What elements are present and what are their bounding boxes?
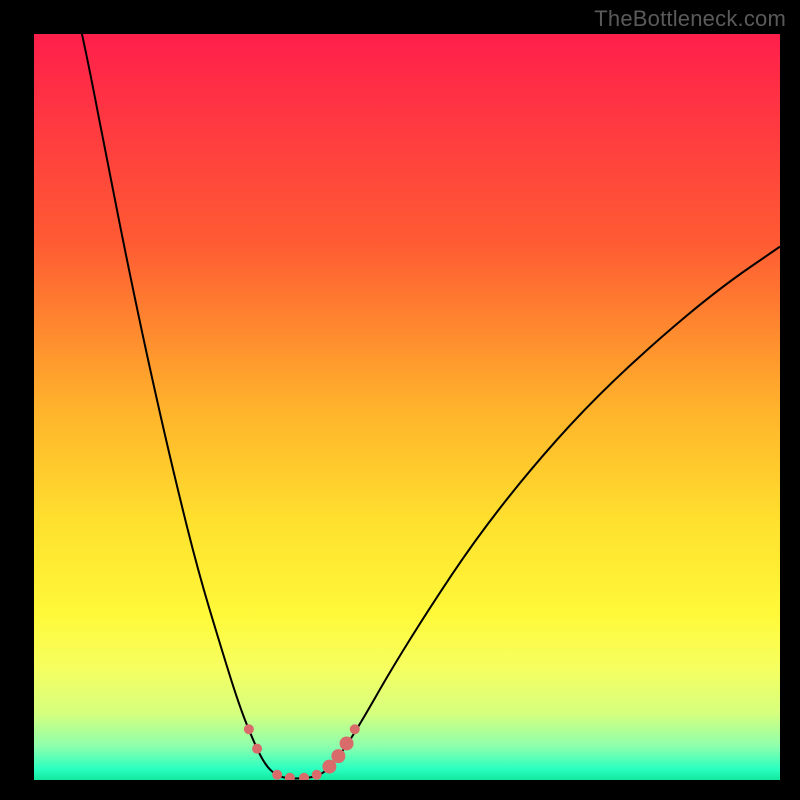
marker-dot	[272, 770, 282, 780]
threshold-markers	[244, 724, 360, 780]
marker-dot	[312, 770, 322, 780]
marker-dot	[299, 773, 309, 780]
plot-area	[34, 34, 780, 780]
bottleneck-curve	[79, 34, 780, 779]
chart-frame: TheBottleneck.com	[0, 0, 800, 800]
curve-layer	[34, 34, 780, 780]
watermark-text: TheBottleneck.com	[594, 6, 786, 32]
marker-dot	[252, 744, 262, 754]
marker-dot	[340, 736, 354, 750]
marker-dot	[285, 773, 295, 780]
marker-dot	[244, 724, 254, 734]
marker-dot	[350, 724, 360, 734]
marker-dot	[331, 749, 345, 763]
